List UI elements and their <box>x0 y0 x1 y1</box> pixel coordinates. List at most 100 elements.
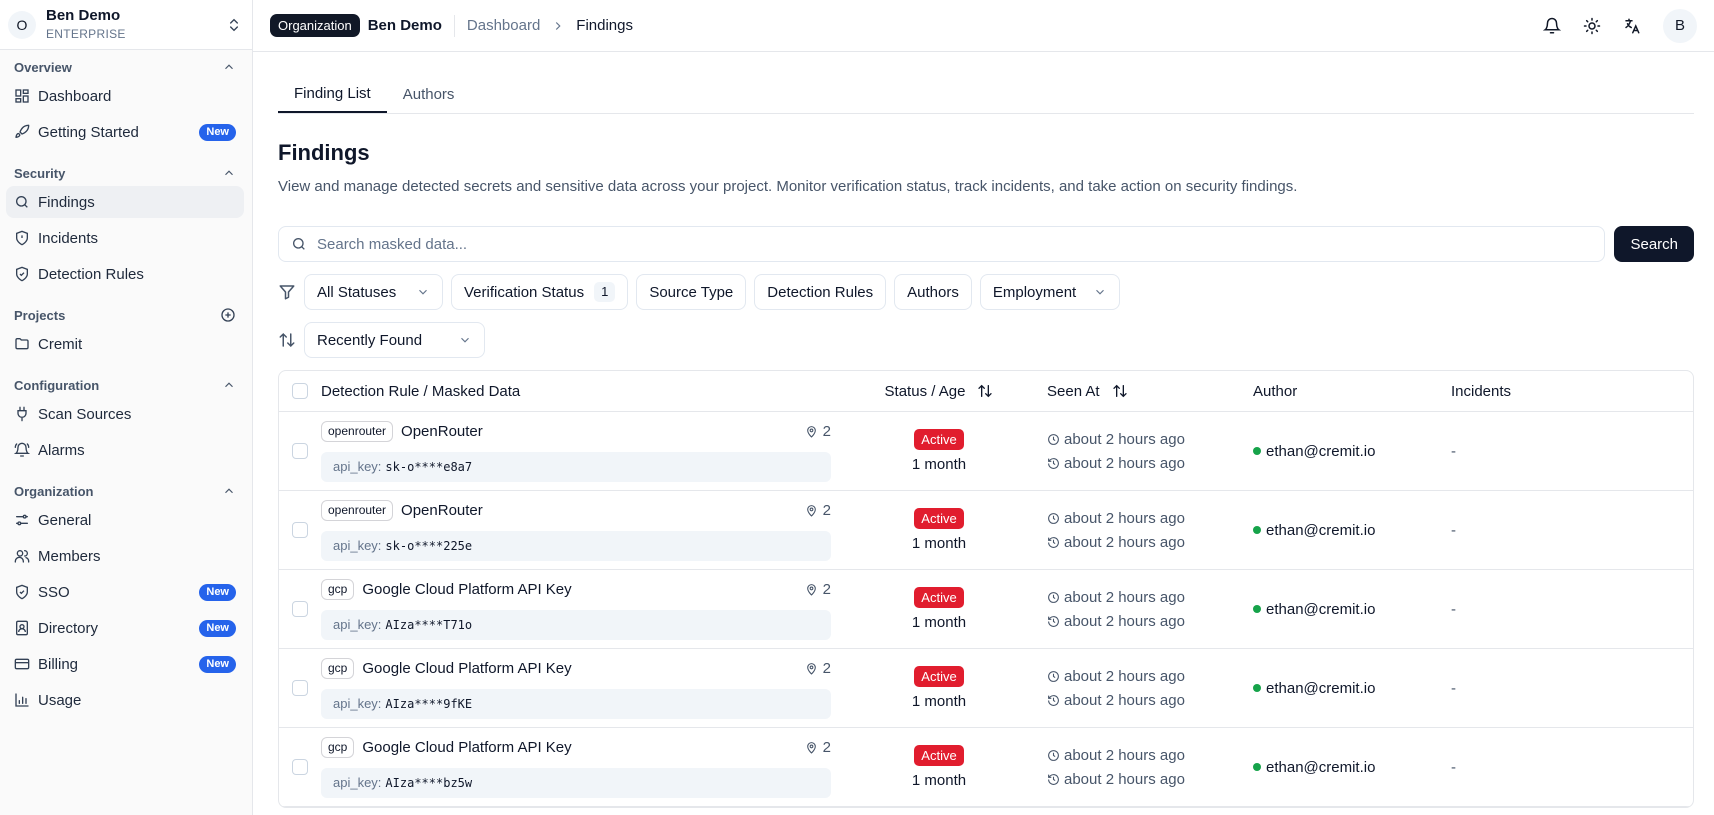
rocket-icon <box>15 124 30 138</box>
org-avatar: O <box>8 10 36 39</box>
sidebar-item-dashboard[interactable]: Dashboard <box>6 80 244 112</box>
new-badge: New <box>199 123 236 141</box>
sidebar-item-usage[interactable]: Usage <box>6 684 244 716</box>
table-row[interactable]: openrouter OpenRouter 2 api_key: sk-o***… <box>279 412 1693 491</box>
filter-row: All Statuses Verification Status 1 Sourc… <box>278 274 1694 310</box>
sidebar-item-detection-rules[interactable]: Detection Rules <box>6 258 244 290</box>
masked-key-label: api_key: <box>333 696 382 711</box>
status-filter-select[interactable]: All Statuses <box>304 274 443 310</box>
header-rule: Detection Rule / Masked Data <box>321 382 521 400</box>
chevron-down-icon <box>461 337 469 343</box>
status-filter-value: All Statuses <box>317 283 397 301</box>
row-checkbox[interactable] <box>292 680 308 696</box>
sidebar-item-label: General <box>38 511 92 529</box>
search-button[interactable]: Search <box>1614 226 1694 262</box>
sort-select[interactable]: Recently Found <box>304 322 485 358</box>
select-all-checkbox[interactable] <box>292 383 308 399</box>
org-switcher[interactable]: O Ben Demo ENTERPRISE <box>0 0 252 50</box>
detection-rules-label: Detection Rules <box>767 283 874 301</box>
header-status[interactable]: Status / Age <box>885 383 994 400</box>
first-seen-value: about 2 hours ago <box>1064 509 1185 527</box>
topbar-actions: B <box>1543 8 1697 43</box>
last-seen: about 2 hours ago <box>1047 767 1253 791</box>
author: ethan@cremit.io <box>1253 522 1451 539</box>
search-row: Search <box>278 226 1694 262</box>
active-dot <box>1253 605 1261 613</box>
user-avatar[interactable]: B <box>1663 8 1697 43</box>
org-plan: ENTERPRISE <box>46 26 126 41</box>
authors-label: Authors <box>907 283 959 301</box>
search-box <box>278 226 1606 262</box>
language-icon[interactable] <box>1623 17 1641 35</box>
masked-key-label: api_key: <box>333 617 382 632</box>
sidebar-item-scan-sources[interactable]: Scan Sources <box>6 398 244 430</box>
search-input[interactable] <box>317 235 1593 253</box>
author-email: ethan@cremit.io <box>1266 600 1376 618</box>
location-count: 2 <box>805 502 831 519</box>
sidebar-item-billing[interactable]: Billing New <box>6 648 244 680</box>
active-dot <box>1253 447 1261 455</box>
page-description: View and manage detected secrets and sen… <box>278 178 1298 195</box>
last-seen-value: about 2 hours ago <box>1064 533 1185 551</box>
row-checkbox[interactable] <box>292 601 308 617</box>
map-pin-icon <box>806 426 816 438</box>
section-header-overview[interactable]: Overview <box>6 56 244 78</box>
section-header-organization[interactable]: Organization <box>6 480 244 502</box>
sidebar-item-findings[interactable]: Findings <box>6 186 244 218</box>
sort-icon <box>279 332 295 348</box>
sidebar-item-incidents[interactable]: Incidents <box>6 222 244 254</box>
tab-authors[interactable]: Authors <box>387 86 471 113</box>
incidents-cell: - <box>1451 758 1456 776</box>
shield-alert-icon <box>16 230 28 246</box>
employment-status-select[interactable]: Employment S <box>979 274 1120 310</box>
users-icon <box>14 550 30 563</box>
breadcrumb-dashboard[interactable]: Dashboard <box>467 17 540 34</box>
clock-icon <box>1048 433 1059 445</box>
tab-finding-list[interactable]: Finding List <box>278 85 387 113</box>
source-type-filter[interactable]: Source Type <box>636 274 747 310</box>
row-checkbox[interactable] <box>292 443 308 459</box>
table-row[interactable]: gcp Google Cloud Platform API Key 2 api_… <box>279 649 1693 728</box>
verification-status-filter[interactable]: Verification Status 1 <box>451 274 629 310</box>
sidebar-item-members[interactable]: Members <box>6 540 244 572</box>
contact-book-icon <box>16 620 28 636</box>
add-project-icon[interactable] <box>220 307 236 323</box>
rule-cell: gcp Google Cloud Platform API Key 2 api_… <box>321 658 831 719</box>
sidebar-item-getting-started[interactable]: Getting Started New <box>6 116 244 148</box>
sidebar-item-general[interactable]: General <box>6 504 244 536</box>
detection-rules-filter[interactable]: Detection Rules <box>754 274 887 310</box>
sidebar-item-sso[interactable]: SSO New <box>6 576 244 608</box>
section-header-security[interactable]: Security <box>6 162 244 184</box>
table-row[interactable]: openrouter OpenRouter 2 api_key: sk-o***… <box>279 491 1693 570</box>
sidebar-item-alarms[interactable]: Alarms <box>6 434 244 466</box>
authors-filter[interactable]: Authors <box>894 274 972 310</box>
dashboard-icon <box>15 89 29 103</box>
sidebar: O Ben Demo ENTERPRISE Overview Dashboard… <box>0 0 253 815</box>
findings-table: Detection Rule / Masked Data Status / Ag… <box>278 370 1694 808</box>
last-seen-value: about 2 hours ago <box>1064 770 1185 788</box>
row-checkbox[interactable] <box>292 522 308 538</box>
sidebar-item-label: Members <box>38 547 101 565</box>
table-row[interactable]: gcp Google Cloud Platform API Key 2 api_… <box>279 728 1693 807</box>
location-count: 2 <box>805 739 831 756</box>
history-icon <box>1048 615 1059 627</box>
select-all-cell <box>279 383 321 399</box>
section-header-configuration[interactable]: Configuration <box>6 374 244 396</box>
table-row[interactable]: gcp Google Cloud Platform API Key 2 api_… <box>279 570 1693 649</box>
age: 1 month <box>911 693 967 710</box>
sidebar-item-cremit[interactable]: Cremit <box>6 328 244 360</box>
bell-icon[interactable] <box>1543 17 1561 35</box>
seen-cell: about 2 hours ago about 2 hours ago <box>1047 664 1253 712</box>
author-cell: ethan@cremit.io <box>1253 443 1451 460</box>
sidebar-item-directory[interactable]: Directory New <box>6 612 244 644</box>
rule-cell: gcp Google Cloud Platform API Key 2 api_… <box>321 737 831 798</box>
status-badge: Active <box>914 745 964 766</box>
sort-row: Recently Found <box>278 322 1694 358</box>
chevron-up-icon <box>225 170 233 176</box>
row-checkbox[interactable] <box>292 759 308 775</box>
masked-data: api_key: AIza****bz5w <box>321 767 831 798</box>
main-content: Finding List Authors Findings View and m… <box>278 52 1694 808</box>
header-seen[interactable]: Seen At <box>1047 383 1253 400</box>
section-projects: Projects Cremit <box>6 304 244 360</box>
sun-icon[interactable] <box>1583 17 1601 35</box>
